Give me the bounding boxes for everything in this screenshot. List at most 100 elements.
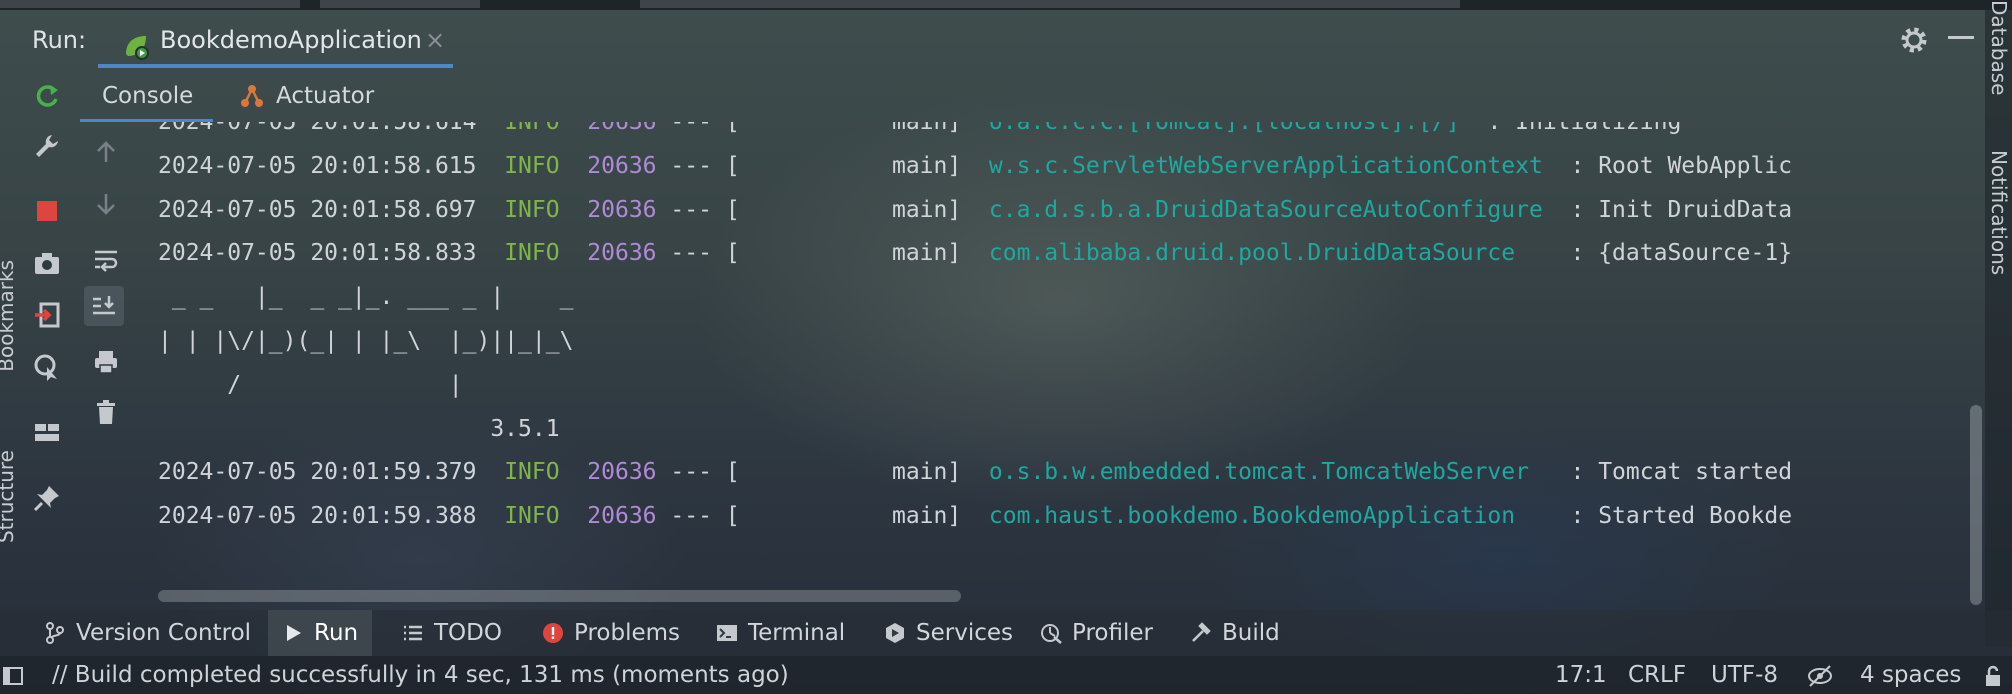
left-side-strip: Bookmarks Structure: [0, 230, 18, 590]
tool-tab-version-control[interactable]: Version Control: [44, 610, 251, 656]
indent-selector[interactable]: 4 spaces: [1860, 656, 1961, 694]
log-thread: [ main]: [725, 152, 962, 179]
tool-tab-terminal[interactable]: Terminal: [716, 610, 845, 656]
console-horizontal-scrollbar[interactable]: [158, 590, 961, 602]
run-icon: [287, 625, 301, 641]
tool-tab-label: Profiler: [1072, 620, 1153, 646]
tab-console[interactable]: Console: [79, 70, 214, 122]
log-separator: ---: [670, 240, 712, 267]
log-logger[interactable]: com.alibaba.druid.pool.DruidDataSource: [989, 240, 1543, 266]
build-icon: [1192, 622, 1211, 642]
console-log-line: 2024-07-05 20:01:58.833 INFO 20636 --- […: [158, 233, 1792, 273]
log-pid: 20636: [587, 503, 657, 530]
dump-threads-button[interactable]: [29, 245, 65, 281]
console-vertical-scrollbar[interactable]: [1970, 405, 1982, 605]
coverage-icon: [34, 354, 57, 381]
stop-icon: [37, 201, 57, 221]
editor-tab-fragment: [0, 0, 300, 8]
console-banner-line: / |: [158, 365, 463, 405]
notifications-side-tab[interactable]: Notifications: [1987, 150, 2011, 275]
top-editor-strip: [0, 0, 2012, 10]
banner-text: / |: [158, 371, 463, 398]
line-ending-selector[interactable]: CRLF: [1628, 656, 1686, 694]
bookmarks-side-tab[interactable]: Bookmarks: [0, 260, 18, 372]
modify-config-button[interactable]: [29, 128, 65, 164]
tool-tab-services[interactable]: Services: [884, 610, 1013, 656]
tool-window-bar: Version Control Run TODO Problems Termin…: [0, 610, 2012, 656]
log-logger[interactable]: w.s.c.ServletWebServerApplicationContext: [989, 153, 1543, 179]
log-timestamp: 2024-07-05 20:01:59.388: [158, 503, 477, 530]
tool-tab-todo[interactable]: TODO: [402, 610, 502, 656]
log-level: INFO: [504, 459, 560, 486]
tab-actuator[interactable]: Actuator: [238, 70, 374, 122]
database-side-tab[interactable]: Database: [1987, 0, 2011, 95]
rerun-button[interactable]: [29, 78, 65, 114]
log-timestamp: 2024-07-05 20:01:58.697: [158, 196, 477, 223]
stop-button[interactable]: [29, 193, 65, 229]
console-log-line: 2024-07-05 20:01:58.615 INFO 20636 --- […: [158, 146, 1792, 186]
log-thread: [ main]: [725, 459, 962, 486]
coverage-button[interactable]: [29, 349, 65, 385]
log-thread: [ main]: [725, 196, 962, 223]
log-logger[interactable]: c.a.d.s.b.a.DruidDataSourceAutoConfigure: [989, 197, 1543, 223]
spring-boot-icon: [126, 36, 149, 60]
console-log-line: 2024-07-05 20:01:58.614 INFO 20636 --- […: [158, 122, 1681, 142]
log-pid: 20636: [587, 152, 657, 179]
right-tool-strip: Database Notifications: [1985, 0, 2012, 646]
layout-button[interactable]: [29, 414, 65, 450]
editor-tab-fragment: [320, 0, 480, 8]
exit-icon: [35, 302, 60, 328]
structure-side-tab[interactable]: Structure: [0, 450, 18, 543]
log-pid: 20636: [587, 122, 657, 135]
toggle-tool-windows-icon[interactable]: [2, 665, 24, 687]
run-config-tab[interactable]: BookdemoApplication ×: [98, 18, 453, 68]
minimize-icon[interactable]: [1948, 36, 1974, 39]
banner-text: | | |\/|_)(_| | |_\ |_)||_|_\: [158, 328, 574, 354]
log-message: : Root WebApplic: [1570, 152, 1793, 179]
tool-tab-profiler[interactable]: Profiler: [1040, 610, 1153, 656]
close-tab-icon[interactable]: ×: [425, 26, 445, 54]
log-timestamp: 2024-07-05 20:01:59.379: [158, 459, 477, 486]
encoding-selector[interactable]: UTF-8: [1711, 656, 1778, 694]
tool-tab-problems[interactable]: Problems: [542, 610, 680, 656]
tool-tab-label: Run: [314, 620, 359, 646]
exit-button[interactable]: [29, 297, 65, 333]
status-message[interactable]: // Build completed successfully in 4 sec…: [52, 656, 789, 694]
log-timestamp: 2024-07-05 20:01:58.833: [158, 240, 477, 267]
log-thread: [ main]: [725, 122, 962, 135]
log-level: INFO: [504, 196, 560, 223]
console-output[interactable]: 2024-07-05 20:01:58.614 INFO 20636 --- […: [80, 122, 1985, 606]
gear-icon[interactable]: [1896, 22, 1932, 58]
log-logger[interactable]: com.haust.bookdemo.BookdemoApplication: [989, 503, 1543, 529]
run-sub-tabs: Console Actuator: [79, 70, 1985, 122]
log-level: INFO: [504, 152, 560, 179]
console-log-line: 2024-07-05 20:01:59.379 INFO 20636 --- […: [158, 452, 1792, 492]
log-message: : Tomcat started: [1570, 459, 1793, 486]
layout-icon: [35, 424, 59, 441]
tab-actuator-label: Actuator: [276, 83, 375, 109]
tool-tab-build[interactable]: Build: [1190, 610, 1280, 656]
log-logger[interactable]: o.a.c.c.C.[Tomcat].[localhost].[/]: [989, 122, 1460, 135]
log-level: INFO: [504, 240, 560, 267]
console-banner-line: _ _ |_ _ _|_. ___ _ | _: [158, 277, 574, 317]
log-timestamp: 2024-07-05 20:01:58.615: [158, 152, 477, 179]
version-control-icon: [46, 622, 64, 644]
wrench-icon: [36, 135, 58, 157]
tool-tab-label: Version Control: [76, 620, 252, 646]
log-separator: ---: [670, 503, 712, 530]
status-bar: // Build completed successfully in 4 sec…: [0, 656, 2012, 694]
read-only-toggle-icon[interactable]: [1806, 662, 1834, 690]
log-logger[interactable]: o.s.b.w.embedded.tomcat.TomcatWebServer: [989, 459, 1543, 485]
log-timestamp: 2024-07-05 20:01:58.614: [158, 122, 477, 135]
tab-console-label: Console: [102, 83, 194, 109]
tool-tab-run[interactable]: Run: [268, 610, 373, 656]
log-separator: ---: [670, 459, 712, 486]
run-label: Run:: [32, 26, 87, 54]
log-separator: ---: [670, 196, 712, 223]
console-banner-line: 3.5.1: [158, 409, 559, 449]
log-message: : Started Bookde: [1570, 503, 1793, 530]
log-message: : {dataSource-1}: [1570, 240, 1793, 267]
pin-tab-button[interactable]: [29, 480, 65, 516]
lock-icon[interactable]: [1982, 664, 2004, 688]
caret-position[interactable]: 17:1: [1555, 656, 1607, 694]
